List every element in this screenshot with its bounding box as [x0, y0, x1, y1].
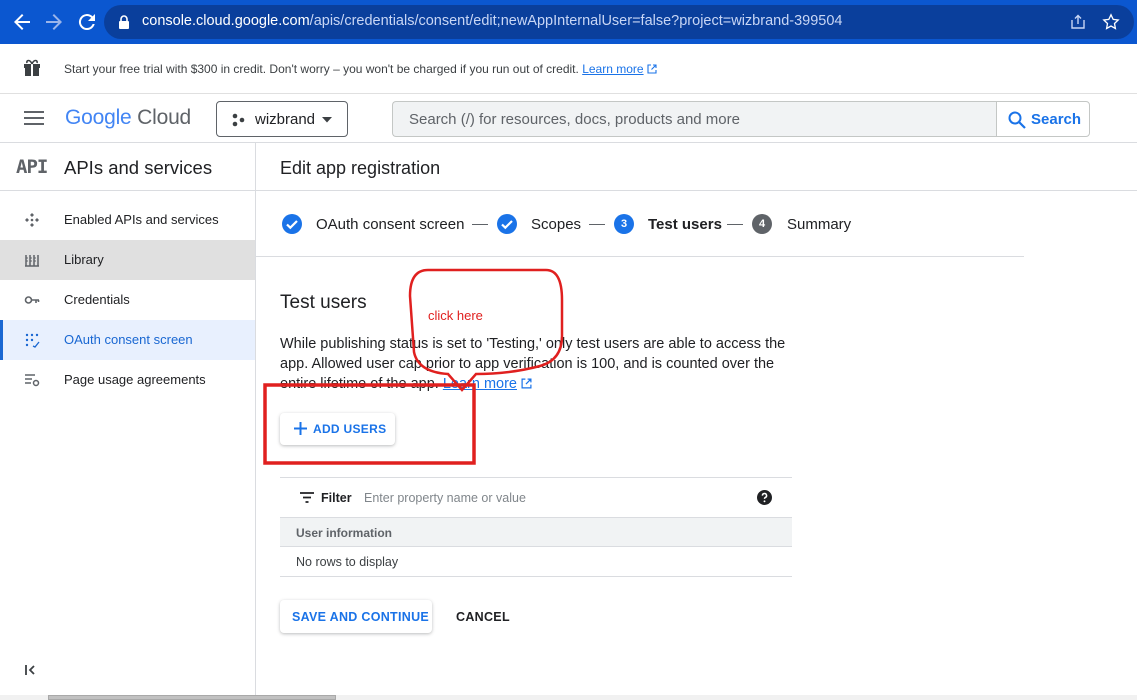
promo-text: Start your free trial with $300 in credi… — [64, 62, 657, 76]
sidebar-item-label: Enabled APIs and services — [64, 212, 219, 227]
url-text: console.cloud.google.com/apis/credential… — [142, 13, 843, 29]
filter-bar[interactable]: Filter Enter property name or value — [280, 477, 792, 518]
table-header: User information — [280, 518, 792, 547]
reload-icon[interactable] — [75, 10, 99, 34]
settings-list-icon — [25, 374, 40, 387]
empty-state-text: No rows to display — [296, 555, 399, 569]
filter-icon — [300, 492, 314, 503]
project-nodes-icon — [232, 113, 245, 127]
console-header: Google Cloud wizbrand Search (/) for res… — [0, 94, 1137, 143]
project-selector[interactable]: wizbrand — [216, 101, 348, 137]
annotation-text: click here — [428, 308, 483, 323]
sidebar-item-label: Page usage agreements — [64, 372, 206, 387]
divider — [256, 190, 1137, 191]
filter-label: Filter — [321, 491, 352, 505]
sidebar-item-credentials[interactable]: Credentials — [0, 280, 255, 320]
step-check-icon — [282, 214, 302, 234]
back-arrow-icon[interactable] — [10, 10, 34, 34]
address-bar[interactable]: console.cloud.google.com/apis/credential… — [104, 5, 1134, 39]
sidebar-item-label: Library — [64, 252, 104, 267]
section-title: Test users — [280, 292, 367, 313]
google-cloud-logo[interactable]: Google Cloud — [65, 106, 191, 130]
step-connector — [472, 224, 488, 225]
step-summary[interactable]: Summary — [787, 216, 851, 233]
cancel-button[interactable]: CANCEL — [442, 600, 520, 633]
step-check-icon — [497, 214, 517, 234]
cancel-button-label: CANCEL — [456, 610, 510, 624]
step-oauth-consent[interactable]: OAuth consent screen — [316, 216, 464, 233]
add-users-label: ADD USERS — [313, 422, 387, 436]
step-number-badge: 4 — [752, 214, 772, 234]
collapse-sidebar-icon[interactable] — [24, 663, 38, 677]
external-link-icon — [647, 64, 657, 74]
consent-screen-icon — [25, 333, 40, 348]
horizontal-scrollbar[interactable] — [0, 695, 1137, 700]
step-scopes[interactable]: Scopes — [531, 216, 581, 233]
scrollbar-thumb[interactable] — [48, 695, 336, 700]
key-icon — [24, 296, 40, 304]
filter-input[interactable]: Enter property name or value — [364, 491, 526, 505]
sidebar-title: APIs and services — [64, 157, 213, 178]
step-test-users[interactable]: Test users — [648, 216, 722, 233]
browser-toolbar: console.cloud.google.com/apis/credential… — [0, 0, 1137, 44]
save-button-label: SAVE AND CONTINUE — [292, 610, 430, 624]
save-and-continue-button[interactable]: SAVE AND CONTINUE — [280, 600, 432, 633]
sidebar-item-oauth-consent[interactable]: OAuth consent screen — [0, 320, 255, 360]
dropdown-arrow-icon — [322, 117, 332, 123]
search-button[interactable]: Search — [996, 101, 1090, 137]
divider — [256, 256, 1024, 257]
free-trial-banner: Start your free trial with $300 in credi… — [0, 44, 1137, 94]
search-input[interactable]: Search (/) for resources, docs, products… — [392, 101, 997, 137]
step-number-badge: 3 — [614, 214, 634, 234]
search-icon — [1008, 111, 1026, 129]
page-title: Edit app registration — [280, 158, 441, 178]
step-connector — [727, 224, 743, 225]
gift-icon — [24, 59, 40, 76]
project-name: wizbrand — [255, 111, 316, 128]
enabled-apis-icon — [25, 213, 39, 227]
library-icon — [25, 255, 39, 267]
promo-learn-more-link[interactable]: Learn more — [582, 62, 643, 76]
help-icon[interactable] — [757, 490, 772, 505]
share-icon[interactable] — [1070, 14, 1086, 30]
hamburger-menu-icon[interactable] — [24, 110, 44, 126]
test-users-table: Filter Enter property name or value User… — [280, 477, 792, 577]
plus-icon — [294, 422, 307, 435]
sidebar-header: API APIs and services — [0, 143, 255, 191]
external-link-icon — [521, 378, 532, 389]
lock-icon — [119, 15, 129, 29]
search-button-label: Search — [1031, 111, 1082, 128]
column-header-user-info[interactable]: User information — [296, 526, 392, 540]
search-placeholder: Search (/) for resources, docs, products… — [409, 111, 740, 128]
sidebar-item-label: OAuth consent screen — [64, 332, 193, 347]
sidebar-item-label: Credentials — [64, 292, 130, 307]
learn-more-link[interactable]: Learn more — [443, 376, 517, 392]
add-users-button[interactable]: ADD USERS — [280, 413, 395, 445]
table-empty-row: No rows to display — [280, 547, 792, 577]
sidebar: API APIs and services Enabled APIs and s… — [0, 143, 256, 700]
api-badge: API — [16, 156, 48, 178]
step-connector — [589, 224, 605, 225]
sidebar-item-page-usage[interactable]: Page usage agreements — [0, 360, 255, 400]
sidebar-item-enabled-apis[interactable]: Enabled APIs and services — [0, 200, 255, 240]
forward-arrow-icon[interactable] — [42, 10, 66, 34]
test-users-description: While publishing status is set to 'Testi… — [280, 336, 786, 392]
sidebar-item-library[interactable]: Library — [0, 240, 255, 280]
star-icon[interactable] — [1102, 13, 1120, 31]
